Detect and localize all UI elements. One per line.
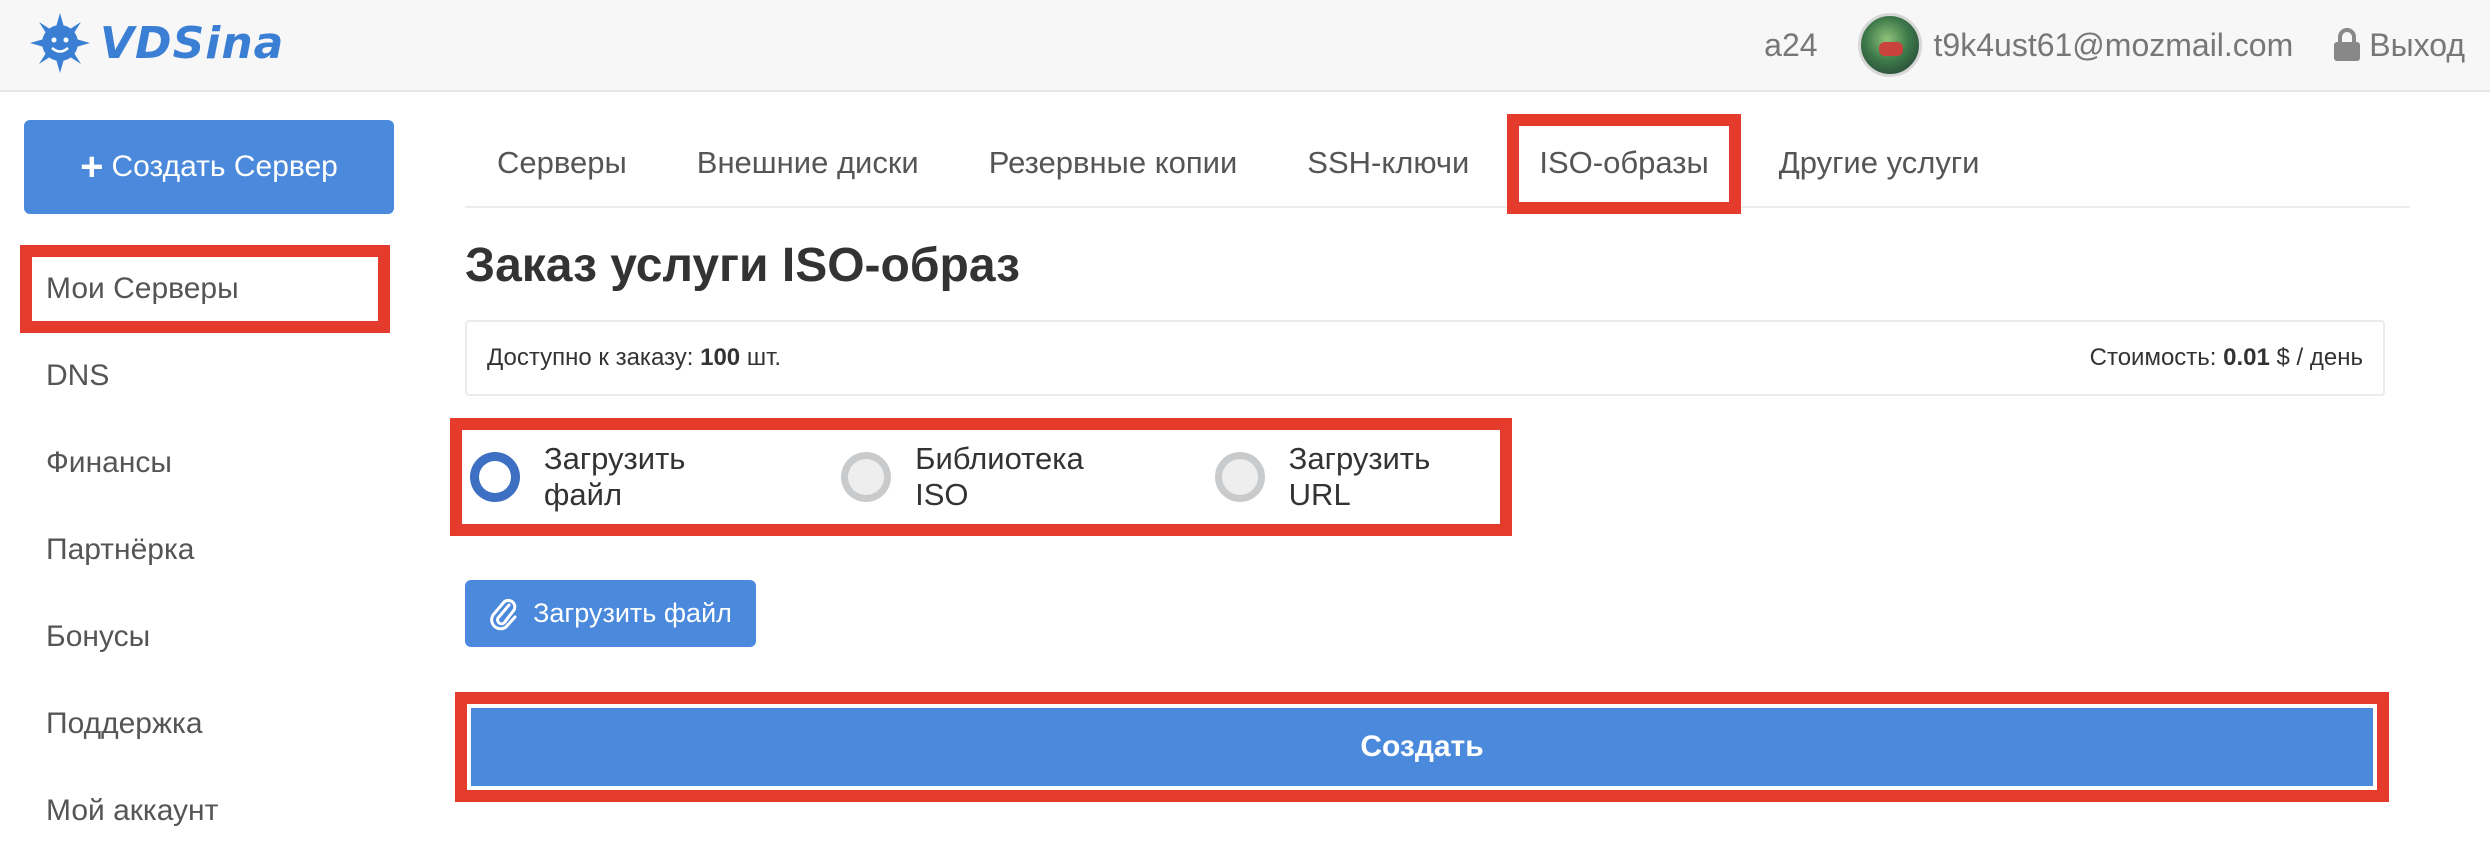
radio-unselected-icon[interactable]: [1214, 452, 1265, 502]
availability-unit: шт.: [746, 344, 782, 371]
sidebar-item-support[interactable]: Поддержка: [24, 680, 394, 767]
logo-text: VDSina: [100, 17, 285, 69]
sidebar-nav: Мои Серверы DNS Финансы Партнёрка Бонусы…: [20, 245, 394, 854]
logo[interactable]: VDSina: [30, 8, 284, 78]
tab-iso-images[interactable]: ISO-образы: [1504, 114, 1743, 214]
tab-label: Внешние диски: [696, 145, 919, 180]
sidebar-item-label: Мой аккаунт: [46, 793, 219, 827]
cost-label: Стоимость:: [2089, 344, 2217, 371]
top-header: VDSina a24 t9k4ust61@mozmail.com Выход: [0, 0, 2490, 92]
header-account-area: a24 t9k4ust61@mozmail.com Выход: [1764, 0, 2465, 90]
cost-info: Стоимость: 0.01 $ / день: [2090, 344, 2363, 372]
tab-label: ISO-образы: [1539, 145, 1709, 180]
page-title: Заказ услуги ISO-образ: [465, 239, 1020, 292]
lock-icon: [2334, 28, 2361, 61]
sidebar-item-my-account[interactable]: Мой аккаунт: [24, 767, 394, 854]
sidebar-item-partner[interactable]: Партнёрка: [24, 506, 394, 593]
sidebar-item-label: Партнёрка: [46, 532, 195, 566]
logout-link[interactable]: Выход: [2333, 27, 2465, 64]
upload-file-button[interactable]: Загрузить файл: [465, 580, 756, 647]
sidebar-item-label: Мои Серверы: [46, 271, 239, 305]
availability-value: 100: [700, 344, 741, 371]
sidebar-item-label: DNS: [46, 358, 110, 392]
radio-label: Загрузить URL: [1288, 441, 1431, 512]
availability-info: Доступно к заказу: 100 шт.: [487, 344, 781, 372]
submit-highlight: Создать: [455, 692, 2389, 802]
account-code[interactable]: a24: [1764, 27, 1817, 64]
iso-source-radio-group: Загрузить файл Библиотека ISO Загрузить …: [450, 418, 1512, 536]
radio-iso-library[interactable]: Библиотека ISO: [841, 441, 1145, 513]
create-server-label: Создать Сервер: [111, 150, 338, 183]
order-info-bar: Доступно к заказу: 100 шт. Стоимость: 0.…: [465, 320, 2385, 396]
create-server-button[interactable]: + Создать Сервер: [24, 120, 394, 214]
sidebar-item-my-servers[interactable]: Мои Серверы: [20, 245, 394, 333]
create-button[interactable]: Создать: [471, 708, 2373, 786]
tab-backups[interactable]: Резервные копии: [954, 120, 1273, 206]
radio-upload-file[interactable]: Загрузить файл: [470, 441, 771, 513]
logo-sun-icon: [30, 13, 90, 73]
sidebar-item-label: Финансы: [46, 445, 172, 479]
tab-ssh-keys[interactable]: SSH-ключи: [1272, 120, 1504, 206]
availability-label: Доступно к заказу:: [487, 344, 694, 371]
sidebar-item-dns[interactable]: DNS: [24, 332, 394, 419]
avatar[interactable]: [1857, 13, 1922, 77]
radio-label: Библиотека ISO: [915, 441, 1084, 512]
upload-file-label: Загрузить файл: [533, 598, 732, 628]
tab-label: Резервные копии: [988, 145, 1238, 180]
radio-unselected-icon[interactable]: [841, 452, 892, 502]
tab-label: Серверы: [497, 145, 627, 180]
paperclip-icon: [490, 598, 517, 630]
sidebar-item-label: Поддержка: [46, 706, 203, 740]
cost-unit: $ / день: [2276, 344, 2363, 371]
tab-other-services[interactable]: Другие услуги: [1744, 120, 2015, 206]
radio-selected-icon[interactable]: [470, 452, 520, 502]
cost-value: 0.01: [2223, 344, 2270, 371]
tab-servers[interactable]: Серверы: [465, 120, 662, 206]
plus-icon: +: [80, 145, 104, 189]
tab-external-disks[interactable]: Внешние диски: [662, 120, 954, 206]
logout-label: Выход: [2369, 26, 2465, 63]
account-email[interactable]: t9k4ust61@mozmail.com: [1934, 27, 2294, 64]
sidebar-item-label: Бонусы: [46, 619, 151, 653]
tab-label: SSH-ключи: [1307, 145, 1470, 180]
radio-label: Загрузить файл: [543, 441, 686, 512]
sidebar-item-finance[interactable]: Финансы: [24, 419, 394, 506]
sidebar-item-bonuses[interactable]: Бонусы: [24, 593, 394, 680]
service-tabs: Серверы Внешние диски Резервные копии SS…: [465, 114, 2410, 214]
tab-label: Другие услуги: [1778, 145, 1980, 180]
radio-upload-url[interactable]: Загрузить URL: [1214, 441, 1500, 513]
